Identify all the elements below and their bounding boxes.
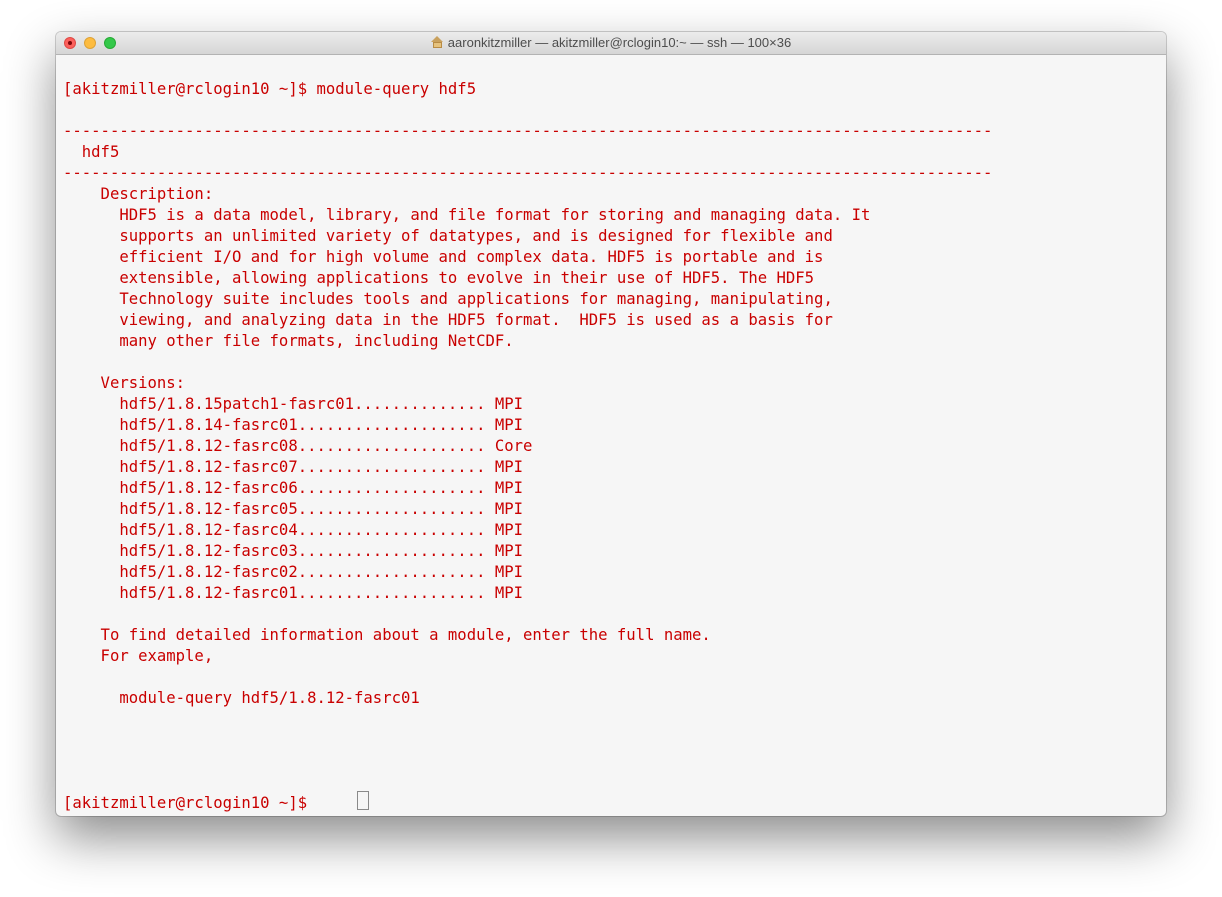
description-heading: Description:	[63, 185, 214, 203]
info-line: For example,	[63, 647, 214, 665]
description-line: Technology suite includes tools and appl…	[63, 290, 833, 308]
example-command-line: module-query hdf5/1.8.12-fasrc01	[63, 689, 420, 707]
version-line: hdf5/1.8.12-fasrc01.................... …	[63, 584, 524, 602]
version-line: hdf5/1.8.12-fasrc02.................... …	[63, 563, 524, 581]
window-title: aaronkitzmiller — akitzmiller@rclogin10:…	[56, 32, 1166, 54]
description-line: HDF5 is a data model, library, and file …	[63, 206, 871, 224]
module-name-line: hdf5	[63, 143, 120, 161]
version-line: hdf5/1.8.12-fasrc04.................... …	[63, 521, 524, 539]
separator-line: ----------------------------------------…	[63, 164, 993, 182]
terminal-cursor	[357, 791, 369, 810]
version-line: hdf5/1.8.12-fasrc07.................... …	[63, 458, 524, 476]
prompt-line: [akitzmiller@rclogin10 ~]$	[63, 794, 317, 812]
home-folder-icon	[430, 36, 444, 48]
description-line: supports an unlimited variety of datatyp…	[63, 227, 833, 245]
window-title-text: aaronkitzmiller — akitzmiller@rclogin10:…	[447, 35, 792, 50]
terminal-content[interactable]: [akitzmiller@rclogin10 ~]$ module-query …	[63, 55, 1166, 816]
version-line: hdf5/1.8.12-fasrc03.................... …	[63, 542, 524, 560]
version-line: hdf5/1.8.14-fasrc01.................... …	[63, 416, 524, 434]
version-line: hdf5/1.8.12-fasrc08.................... …	[63, 437, 533, 455]
version-line: hdf5/1.8.12-fasrc06.................... …	[63, 479, 524, 497]
info-line: To find detailed information about a mod…	[63, 626, 711, 644]
title-bar[interactable]: aaronkitzmiller — akitzmiller@rclogin10:…	[56, 32, 1166, 55]
version-line: hdf5/1.8.15patch1-fasrc01.............. …	[63, 395, 524, 413]
separator-line: ----------------------------------------…	[63, 122, 993, 140]
terminal-window: aaronkitzmiller — akitzmiller@rclogin10:…	[56, 32, 1166, 816]
version-line: hdf5/1.8.12-fasrc05.................... …	[63, 500, 524, 518]
description-line: efficient I/O and for high volume and co…	[63, 248, 824, 266]
prompt-line: [akitzmiller@rclogin10 ~]$ module-query …	[63, 80, 477, 98]
description-line: extensible, allowing applications to evo…	[63, 269, 815, 287]
description-line: many other file formats, including NetCD…	[63, 332, 514, 350]
versions-heading: Versions:	[63, 374, 186, 392]
description-line: viewing, and analyzing data in the HDF5 …	[63, 311, 833, 329]
